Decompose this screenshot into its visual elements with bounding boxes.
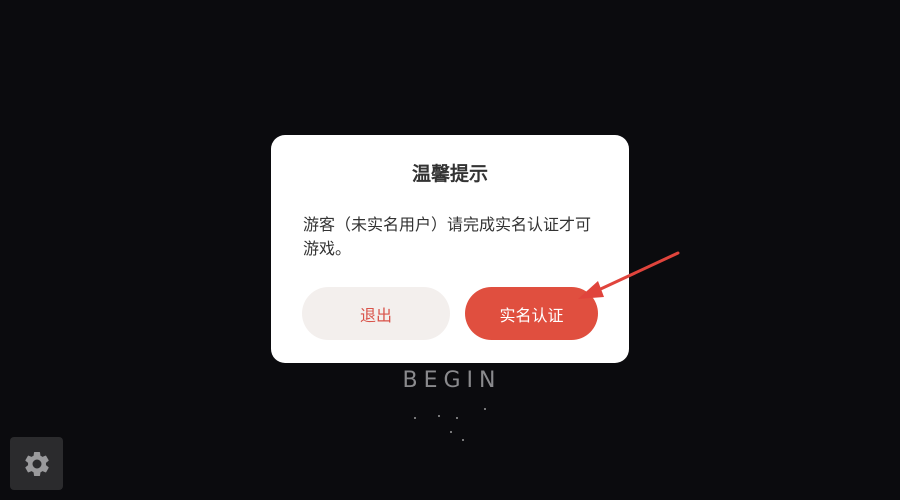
game-screen: BEGIN 温馨提示 游客（未实名用户）请完成实名认证才可游戏。 退出 实名认证 [0, 0, 900, 500]
dialog-title: 温馨提示 [411, 163, 488, 185]
begin-label[interactable]: BEGIN [352, 368, 552, 393]
loading-dots [410, 405, 500, 445]
verify-button[interactable]: 实名认证 [465, 287, 598, 340]
dialog-message: 游客（未实名用户）请完成实名认证才可游戏。 [303, 215, 592, 258]
real-name-dialog: 温馨提示 游客（未实名用户）请完成实名认证才可游戏。 退出 实名认证 [271, 135, 629, 363]
gear-icon [24, 451, 49, 476]
exit-button[interactable]: 退出 [302, 287, 450, 340]
settings-button[interactable] [10, 437, 63, 490]
